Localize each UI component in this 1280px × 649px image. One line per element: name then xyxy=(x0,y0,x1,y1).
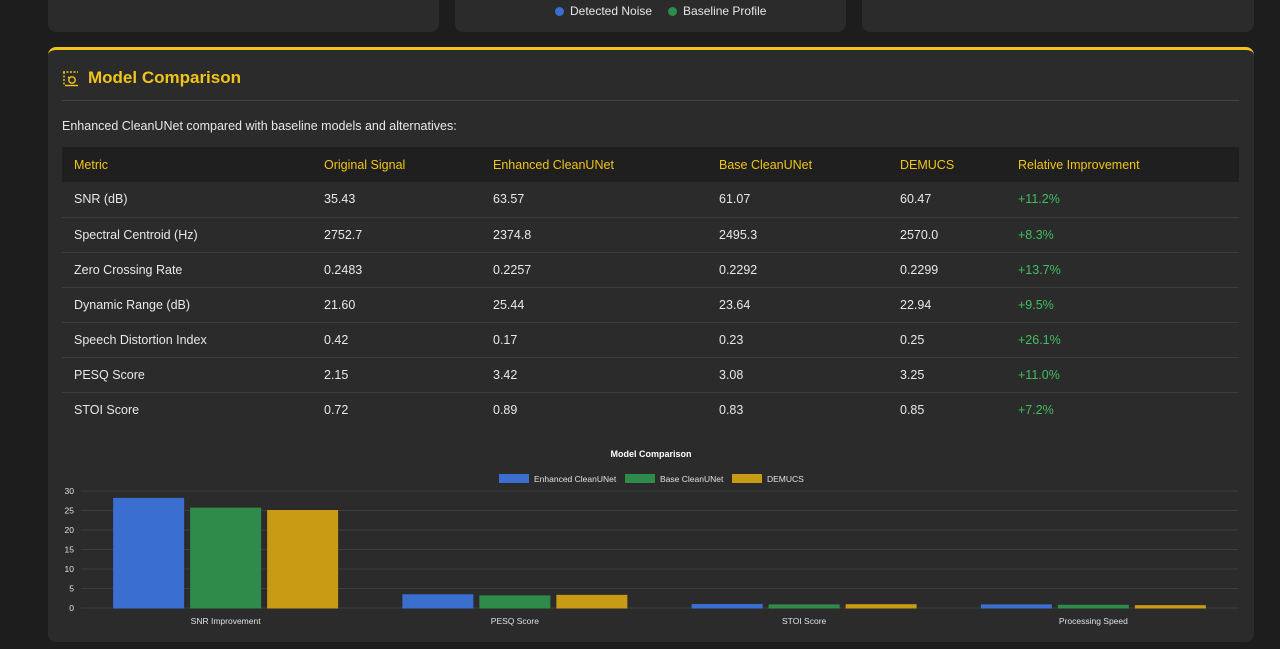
chart-bar xyxy=(1057,604,1129,609)
chart-y-tick-label: 25 xyxy=(65,506,75,516)
chart-bar xyxy=(691,603,763,609)
chart-x-tick-label: SNR Improvement xyxy=(191,616,262,626)
chart-x-tick-label: PESQ Score xyxy=(491,616,539,626)
chart-legend-label: Base CleanUNet xyxy=(660,474,724,484)
legend-dot-baseline-profile xyxy=(668,6,678,16)
chart-x-tick-label: STOI Score xyxy=(782,616,827,626)
chart-legend-label: DEMUCS xyxy=(767,474,804,484)
legend-item-baseline-profile[interactable]: Baseline Profile xyxy=(668,4,766,18)
chart-bar xyxy=(113,497,185,609)
chart-bar xyxy=(768,604,840,609)
top-card-right xyxy=(862,0,1254,32)
chart-bar xyxy=(479,595,551,609)
chart-y-tick-label: 0 xyxy=(69,603,74,613)
chart-y-tick-label: 5 xyxy=(69,584,74,594)
chart-y-tick-label: 20 xyxy=(65,525,75,535)
legend-item-detected-noise[interactable]: Detected Noise xyxy=(555,4,652,18)
chart-x-tick-label: Processing Speed xyxy=(1059,616,1128,626)
chart-bar xyxy=(845,604,917,609)
chart-bar xyxy=(402,594,474,609)
chart-y-tick-label: 15 xyxy=(65,545,75,555)
top-card-left xyxy=(48,0,439,32)
model-comparison-panel: Model Comparison Enhanced CleanUNet comp… xyxy=(48,47,1254,642)
chart-y-tick-label: 30 xyxy=(65,486,75,496)
chart-bar xyxy=(556,594,628,609)
chart-legend-swatch xyxy=(499,474,529,483)
chart-legend-label: Enhanced CleanUNet xyxy=(534,474,617,484)
chart-bar xyxy=(267,510,339,609)
legend-label: Detected Noise xyxy=(570,4,653,18)
chart-y-tick-label: 10 xyxy=(65,564,75,574)
chart-bar xyxy=(190,507,262,609)
model-comparison-chart: Model Comparison Enhanced CleanUNet Base C… xyxy=(65,449,1238,626)
legend-dot-detected-noise xyxy=(555,6,564,16)
chart-title: Model Comparison xyxy=(610,449,691,459)
chart-legend-swatch xyxy=(732,474,762,483)
chart-bar xyxy=(1134,605,1206,609)
noise-chart-legend: Detected Noise Baseline Profile xyxy=(555,4,766,18)
chart-legend-swatch xyxy=(625,474,655,483)
chart-bar xyxy=(980,604,1052,609)
legend-label: Baseline Profile xyxy=(683,4,767,18)
